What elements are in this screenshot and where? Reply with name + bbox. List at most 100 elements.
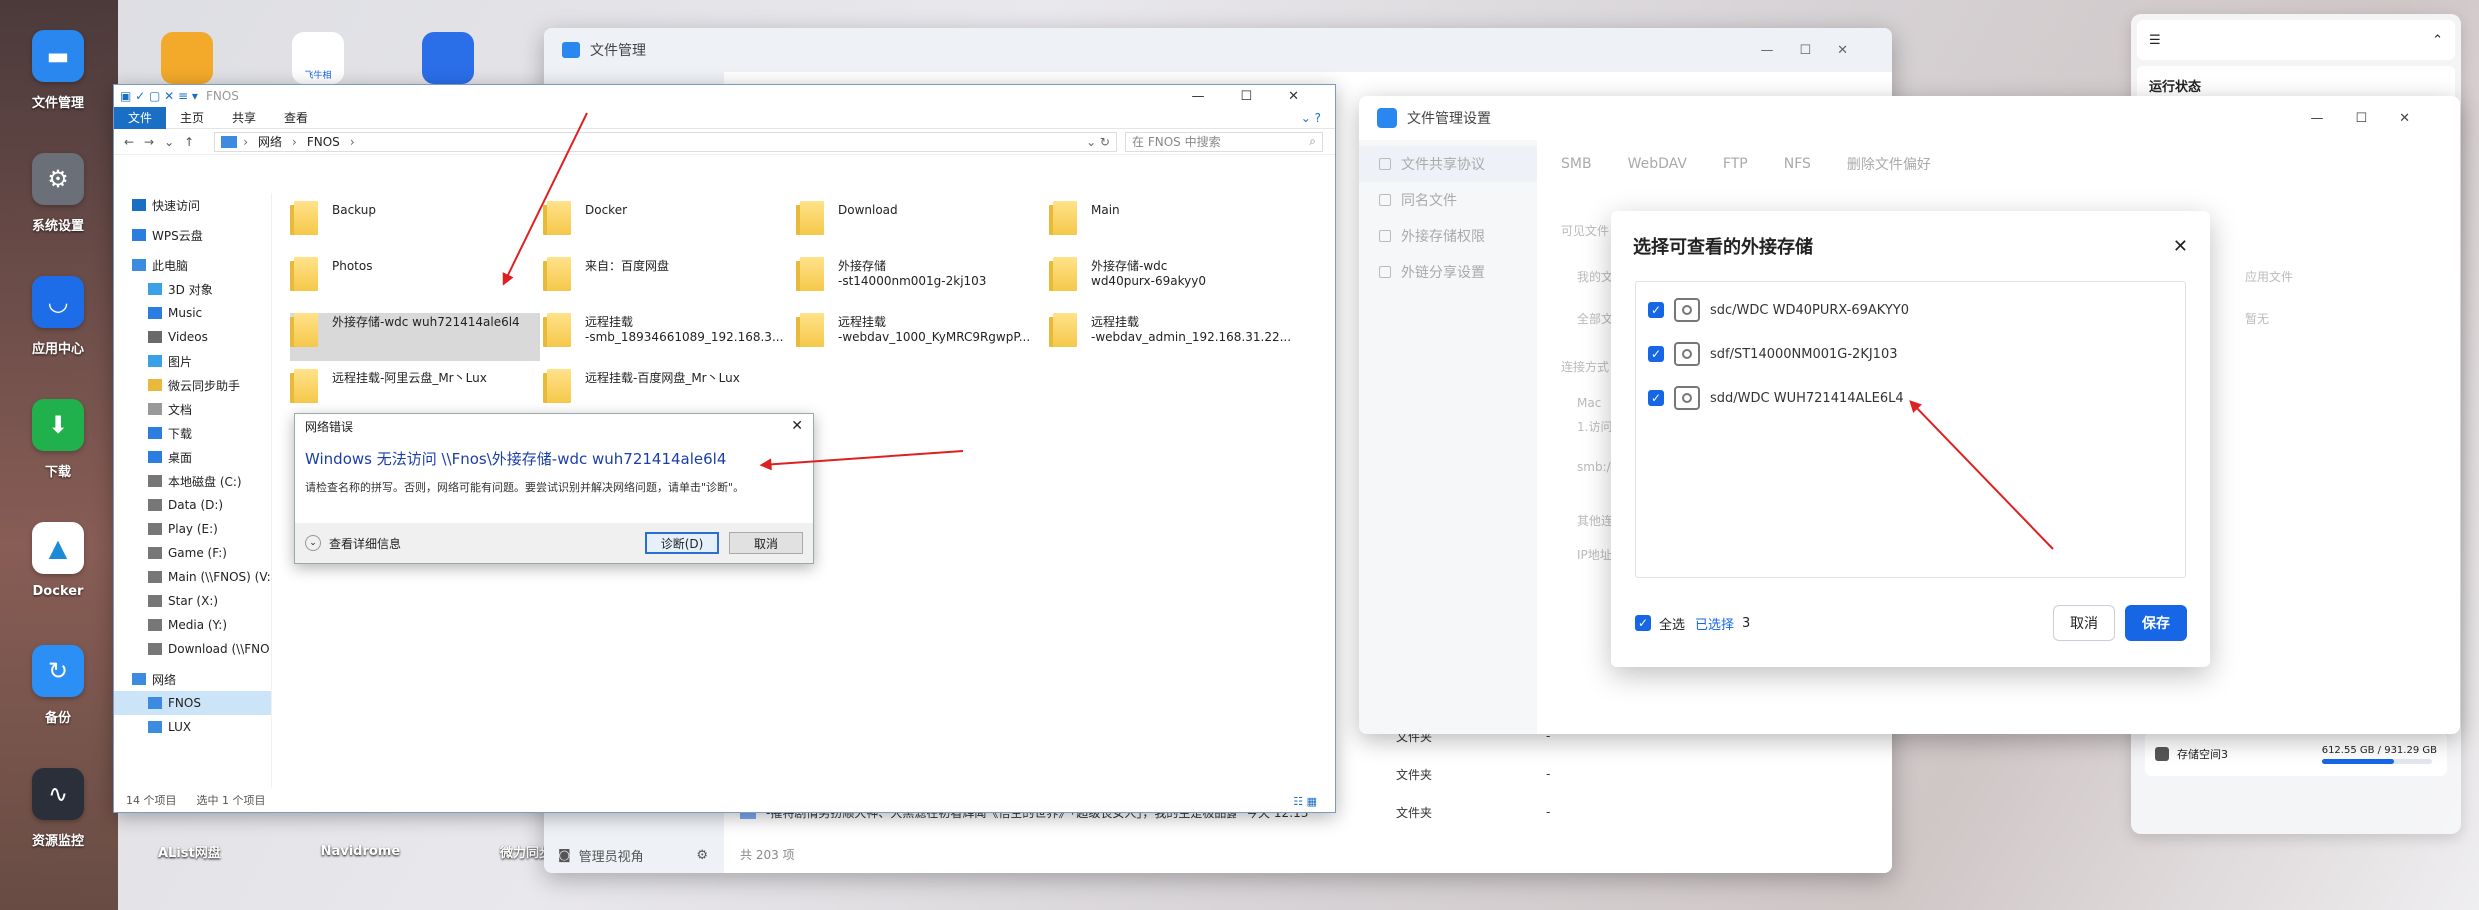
share-app-icon[interactable]	[422, 32, 474, 84]
nav-item[interactable]: Media (Y:)	[114, 613, 271, 637]
nav-item[interactable]: 图片	[114, 349, 271, 373]
settings-nav-item[interactable]: 文件共享协议	[1359, 146, 1537, 182]
cloud-icon	[132, 229, 146, 241]
settings-tab[interactable]: FTP	[1723, 156, 1748, 172]
nav-item[interactable]: 快速访问	[114, 193, 271, 217]
nav-item[interactable]: Videos	[114, 325, 271, 349]
folder-item[interactable]: 远程挂载 -smb_18934661089_192.168.3...	[543, 313, 793, 347]
nav-item[interactable]: 文档	[114, 397, 271, 421]
diagnose-button[interactable]: 诊断(D)	[645, 532, 719, 554]
qat-icons[interactable]: ▣ ✓ ▢ ✕ ≡ ▾	[120, 89, 198, 103]
folder-item[interactable]: 外接存储-wdc wd40purx-69akyy0	[1049, 257, 1299, 291]
cancel-button[interactable]: 取消	[2053, 605, 2115, 641]
desktop-icon-download[interactable]: ⬇ 下载	[3, 399, 113, 480]
refresh-icon[interactable]: ⌄ ↻	[1086, 135, 1110, 149]
settings-tab[interactable]: NFS	[1784, 156, 1811, 172]
desktop-icon-store[interactable]: ◡ 应用中心	[3, 276, 113, 357]
folder-item[interactable]: Docker	[543, 201, 793, 235]
storage-option[interactable]: ✓ sdc/WDC WD40PURX-69AKYY0	[1636, 288, 2185, 332]
menu-2[interactable]: 共享	[218, 107, 270, 129]
folder-item[interactable]: Main	[1049, 201, 1299, 235]
nav-item[interactable]: FNOS	[114, 691, 271, 715]
checkbox[interactable]: ✓	[1648, 302, 1664, 318]
close-icon[interactable]: ✕	[2173, 236, 2188, 257]
nav-item[interactable]: Game (F:)	[114, 541, 271, 565]
window-controls[interactable]: —☐✕	[1191, 89, 1335, 104]
nav-item[interactable]: Play (E:)	[114, 517, 271, 541]
settings-tab[interactable]: WebDAV	[1628, 156, 1687, 172]
cancel-button[interactable]: 取消	[729, 532, 803, 554]
checkbox[interactable]: ✓	[1648, 390, 1664, 406]
menu-0[interactable]: 文件	[114, 106, 167, 129]
nav-item[interactable]: 此电脑	[114, 253, 271, 277]
nav-buttons[interactable]: ←→⌄↑	[114, 135, 214, 149]
settings-nav-item[interactable]: 同名文件	[1359, 182, 1537, 218]
select-all-label[interactable]: 全选	[1659, 614, 1685, 633]
storage-card[interactable]: 存储空间3 612.55 GB / 931.29 GB	[2145, 732, 2447, 776]
folder-item[interactable]: Backup	[290, 201, 540, 235]
nav-item[interactable]: Main (\\FNOS) (V:	[114, 565, 271, 589]
chevron-down-icon[interactable]: ⌄	[305, 535, 321, 551]
help-icon[interactable]: ⌄ ?	[1287, 107, 1335, 129]
nav-item[interactable]: WPS云盘	[114, 223, 271, 247]
folder-item[interactable]: 外接存储-wdc wuh721414ale6l4	[290, 313, 540, 361]
path-network[interactable]: 网络	[258, 133, 282, 150]
desktop-icon-label: 应用中心	[31, 342, 84, 357]
nav-item[interactable]: 桌面	[114, 445, 271, 469]
nav-item[interactable]: Download (\\FNO	[114, 637, 271, 661]
storage-option[interactable]: ✓ sdf/ST14000NM001G-2KJ103	[1636, 332, 2185, 376]
folder-item[interactable]: 远程挂载 -webdav_1000_KyMRC9RgwpP...	[796, 313, 1046, 347]
checkbox[interactable]: ✓	[1648, 346, 1664, 362]
settings-tab[interactable]: SMB	[1561, 156, 1592, 172]
desktop-icon-gear[interactable]: ⚙ 系统设置	[3, 153, 113, 234]
nav-item[interactable]: 下载	[114, 421, 271, 445]
desktop-icon-folder[interactable]: ▬ 文件管理	[3, 30, 113, 111]
nav-item[interactable]: Star (X:)	[114, 589, 271, 613]
nav-item[interactable]: 网络	[114, 667, 271, 691]
close-icon[interactable]: ✕	[791, 418, 803, 434]
settings-nav-item[interactable]: 外接存储权限	[1359, 218, 1537, 254]
menu-3[interactable]: 查看	[270, 107, 322, 129]
folder-item[interactable]: 来自：百度网盘	[543, 257, 793, 291]
folder-item[interactable]: 远程挂载-阿里云盘_Mr丶Lux	[290, 369, 540, 403]
window-controls[interactable]: —☐✕	[1760, 43, 1874, 58]
view-toggle-icons[interactable]: ☷ ▦	[1293, 795, 1317, 808]
settings-nav-item[interactable]: 外链分享设置	[1359, 254, 1537, 290]
alist-label[interactable]: AList网盘	[158, 842, 221, 861]
desktop-icon-backup[interactable]: ↻ 备份	[3, 645, 113, 726]
details-link[interactable]: 查看详细信息	[329, 535, 401, 552]
selected-count: 3	[1742, 615, 1751, 631]
select-all-checkbox[interactable]: ✓	[1635, 615, 1651, 631]
window-controls[interactable]: —☐✕	[2310, 111, 2442, 126]
nav-item[interactable]: LUX	[114, 715, 271, 739]
folder-name: 外接存储-wdc wd40purx-69akyy0	[1091, 259, 1206, 288]
disk-icon	[148, 475, 162, 487]
desktop-icon-docker[interactable]: ▲ Docker	[3, 522, 113, 599]
folder-item[interactable]: 外接存储 -st14000nm001g-2kj103	[796, 257, 1046, 291]
folder-item[interactable]: 远程挂载 -webdav_admin_192.168.31.22...	[1049, 313, 1299, 347]
address-bar[interactable]: › 网络 › FNOS › ⌄ ↻	[214, 131, 1117, 152]
navidrome-label[interactable]: Navidrome	[321, 844, 401, 859]
settings-icon[interactable]: ⚙	[696, 848, 708, 863]
widget-menu-icon[interactable]: ☰	[2149, 33, 2161, 48]
search-input[interactable]: 在 FNOS 中搜索 ⌕	[1125, 131, 1323, 152]
photos-app-icon[interactable]: 飞牛相	[292, 32, 344, 84]
folder-item[interactable]: Download	[796, 201, 1046, 235]
settings-tab[interactable]: 删除文件偏好	[1847, 154, 1931, 174]
collapse-icon[interactable]: ⌃	[2432, 33, 2443, 48]
background-text: 连接方式	[1561, 360, 1610, 374]
window-title: 文件管理	[590, 43, 646, 59]
nav-item[interactable]: 本地磁盘 (C:)	[114, 469, 271, 493]
desktop-icon-monitor[interactable]: ∿ 资源监控	[3, 768, 113, 849]
path-fnos[interactable]: FNOS	[307, 135, 340, 149]
nav-item[interactable]: 微云同步助手	[114, 373, 271, 397]
notes-app-icon[interactable]	[161, 32, 213, 84]
folder-item[interactable]: 远程挂载-百度网盘_Mr丶Lux	[543, 369, 793, 403]
nav-item[interactable]: Data (D:)	[114, 493, 271, 517]
menu-1[interactable]: 主页	[166, 107, 218, 129]
nav-item[interactable]: 3D 对象	[114, 277, 271, 301]
save-button[interactable]: 保存	[2125, 605, 2187, 641]
admin-view-label[interactable]: 管理员视角	[579, 846, 644, 865]
nav-item[interactable]: Music	[114, 301, 271, 325]
desktop-icon-label: 资源监控	[31, 834, 84, 849]
